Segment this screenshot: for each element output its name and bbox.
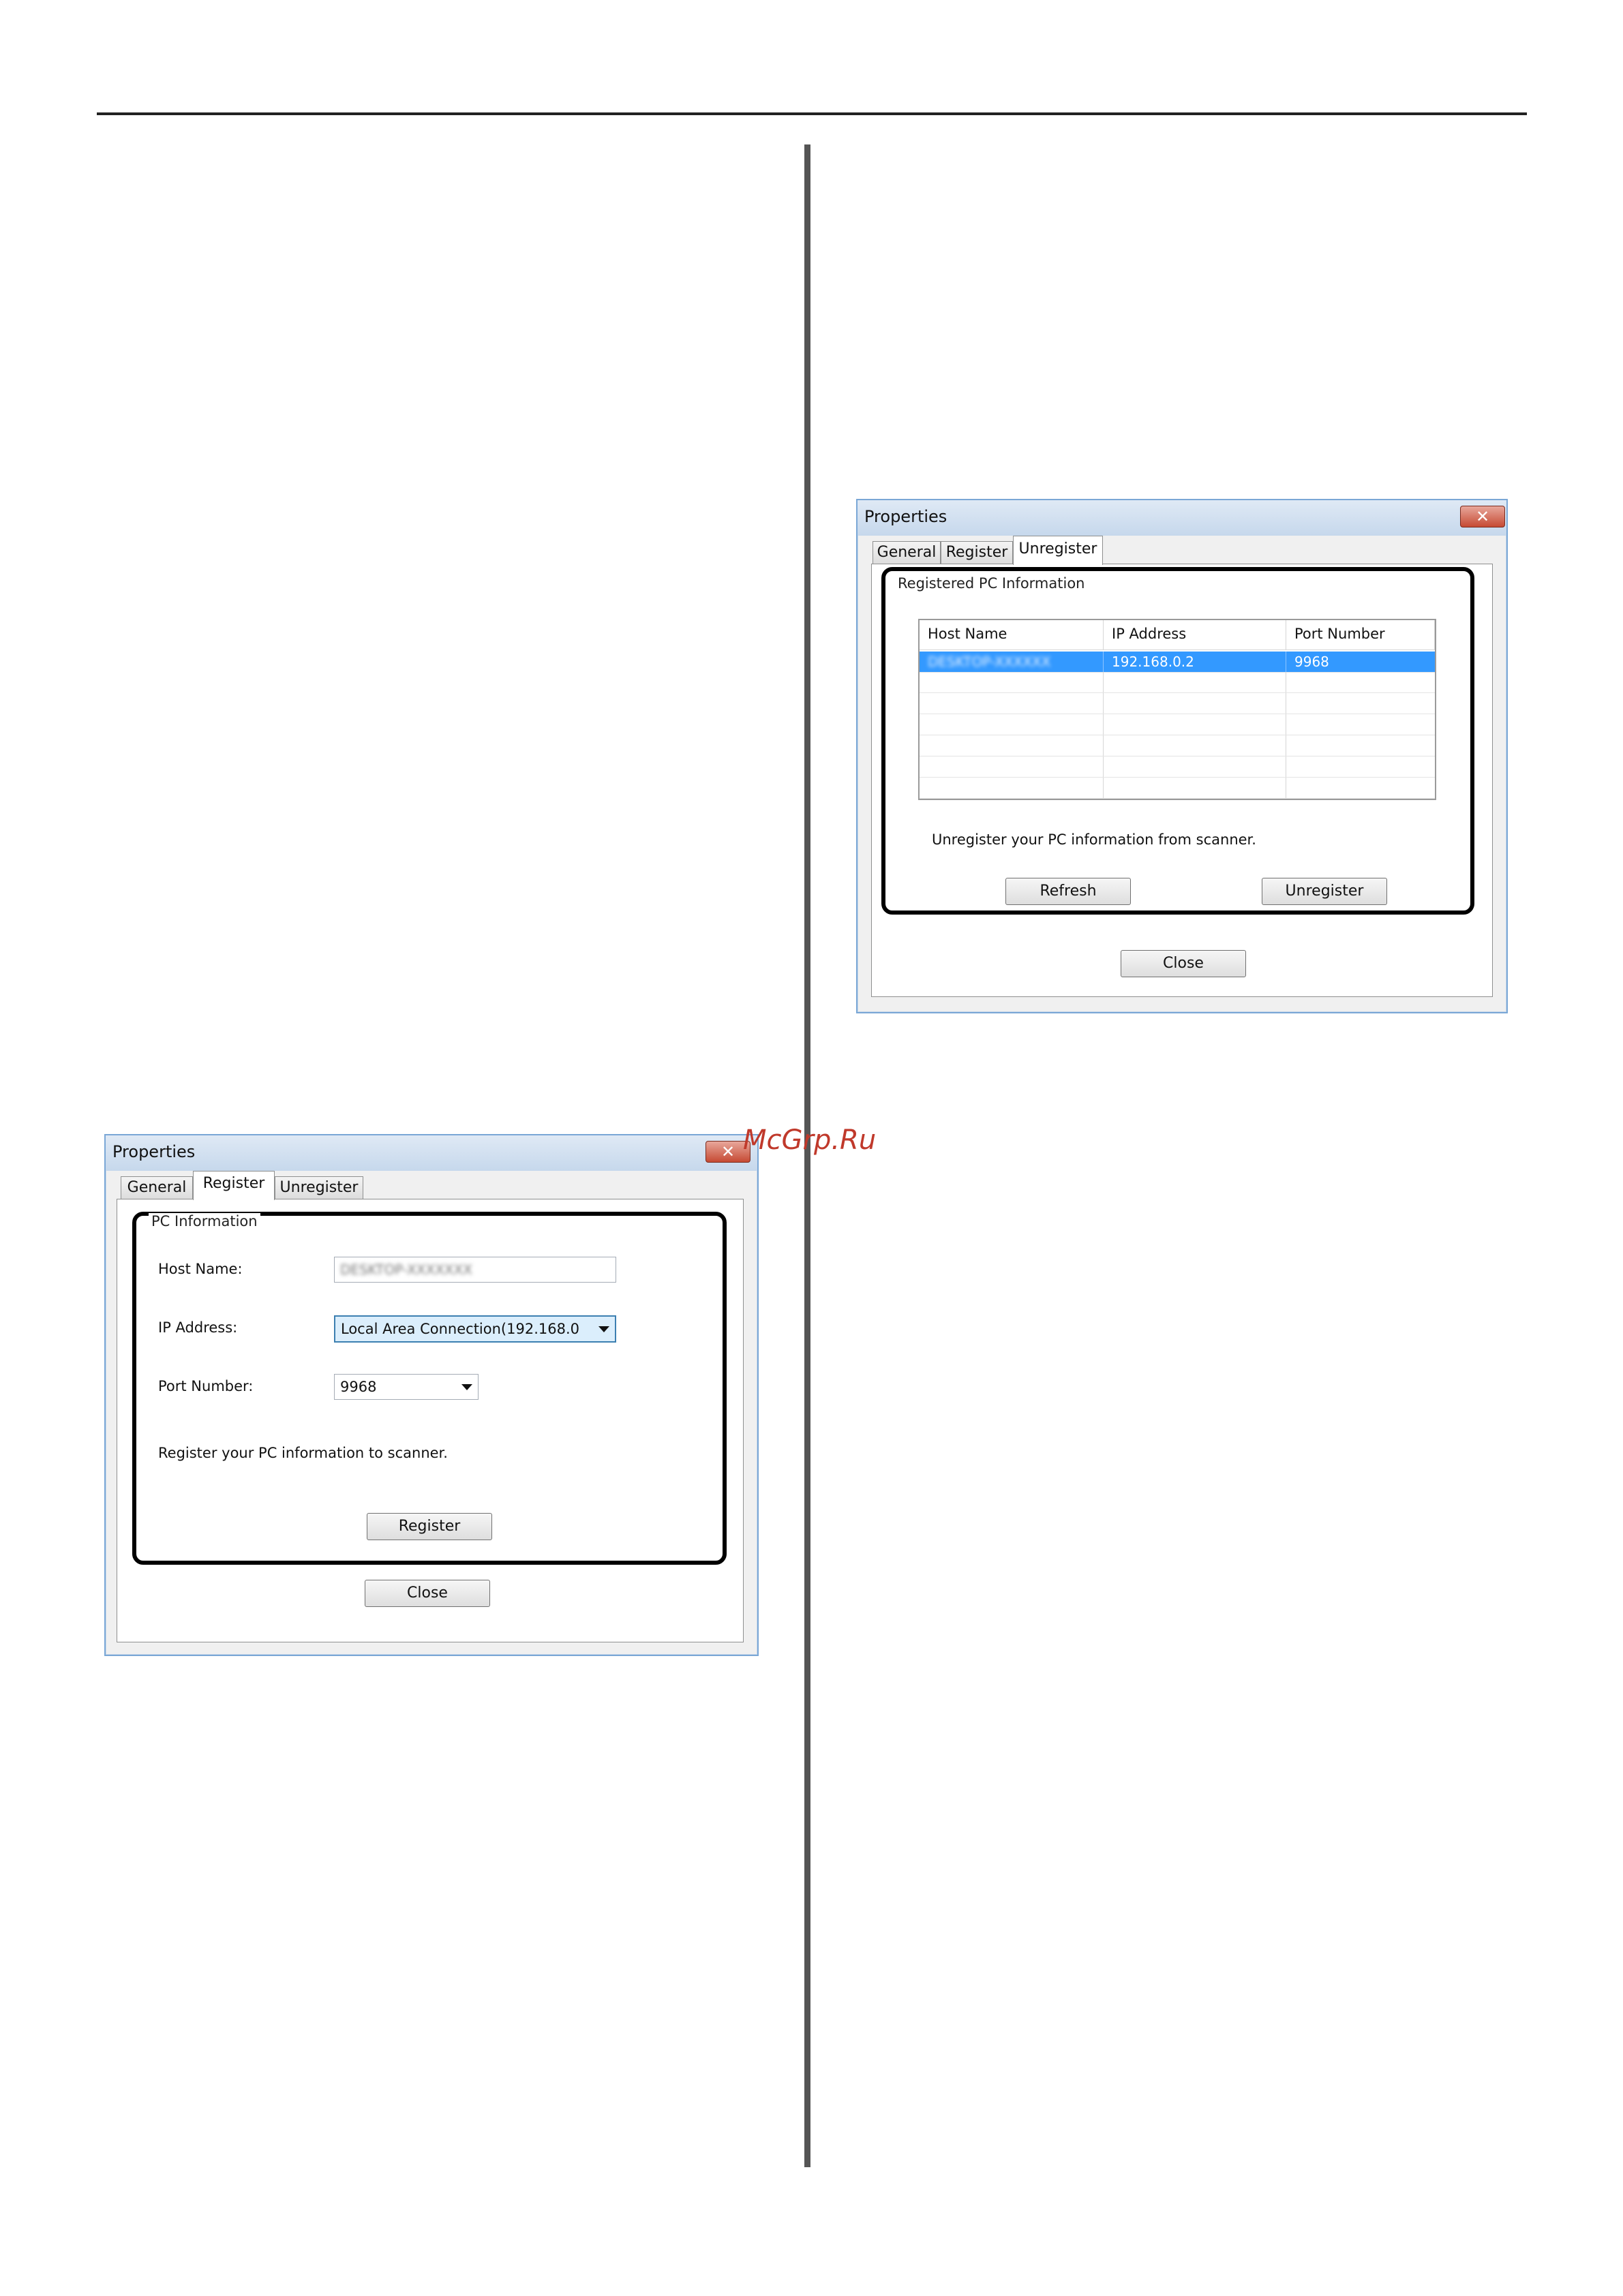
close-button[interactable]: Close: [1121, 950, 1246, 977]
port-number-label: Port Number:: [158, 1378, 254, 1394]
empty-row: [920, 778, 1435, 799]
tab-general[interactable]: General: [121, 1176, 193, 1199]
port-number-select[interactable]: 9968: [334, 1374, 479, 1400]
tab-label: Unregister: [1018, 540, 1097, 557]
ip-address-label: IP Address:: [158, 1319, 238, 1336]
empty-row: [920, 672, 1435, 693]
unregister-instruction: Unregister your PC information from scan…: [932, 831, 1256, 848]
dialog-title: Properties: [864, 507, 947, 526]
tab-label: Register: [945, 544, 1008, 561]
register-instruction: Register your PC information to scanner.: [158, 1445, 448, 1461]
tab-unregister[interactable]: Unregister: [275, 1176, 363, 1199]
host-name-field[interactable]: DESKTOP-XXXXXXX: [334, 1257, 616, 1283]
port-number-cell: 9968: [1294, 654, 1329, 670]
empty-row: [920, 714, 1435, 735]
unregister-button[interactable]: Unregister: [1262, 878, 1387, 905]
column-header-port-number[interactable]: Port Number: [1286, 620, 1435, 650]
column-divider: [804, 144, 810, 2167]
unregister-tab-panel: Registered PC Information Host Name IP A…: [871, 564, 1493, 997]
group-label: Registered PC Information: [895, 575, 1088, 592]
register-button[interactable]: Register: [367, 1513, 492, 1540]
empty-row: [920, 735, 1435, 756]
host-name-cell: DESKTOP-XXXXXX: [920, 652, 1104, 672]
ip-address-select[interactable]: Local Area Connection(192.168.0: [334, 1315, 616, 1343]
empty-row: [920, 756, 1435, 778]
dialog-title: Properties: [112, 1142, 196, 1161]
dialog-titlebar: Properties ✕: [106, 1135, 757, 1171]
tab-general[interactable]: General: [873, 541, 941, 564]
tab-register[interactable]: Register: [941, 541, 1013, 564]
refresh-button[interactable]: Refresh: [1005, 878, 1131, 905]
chevron-down-icon: [461, 1384, 472, 1390]
watermark-text: McGrp.Ru: [743, 1124, 877, 1156]
tab-label: Unregister: [279, 1179, 359, 1196]
tab-label: General: [877, 544, 937, 561]
empty-row: [920, 693, 1435, 714]
host-name-label: Host Name:: [158, 1261, 243, 1277]
close-icon[interactable]: ✕: [1460, 506, 1505, 527]
unregister-properties-dialog: Properties ✕ General Register Unregister…: [856, 499, 1508, 1013]
column-header-ip-address[interactable]: IP Address: [1104, 620, 1286, 650]
top-rule: [97, 112, 1527, 115]
chevron-down-icon: [598, 1326, 609, 1332]
close-button[interactable]: Close: [365, 1580, 490, 1607]
register-properties-dialog: Properties ✕ General Register Unregister…: [104, 1134, 759, 1656]
register-tab-panel: PC Information Host Name: DESKTOP-XXXXXX…: [117, 1199, 744, 1642]
table-row[interactable]: DESKTOP-XXXXXX 192.168.0.2 9968: [920, 652, 1435, 673]
dialog-titlebar: Properties ✕: [858, 500, 1506, 536]
column-header-host-name[interactable]: Host Name: [920, 620, 1104, 650]
tab-unregister[interactable]: Unregister: [1013, 536, 1103, 565]
tab-label: General: [127, 1179, 187, 1196]
group-label: PC Information: [149, 1213, 260, 1229]
tab-label: Register: [202, 1175, 265, 1192]
ip-address-cell: 192.168.0.2: [1104, 652, 1286, 672]
tab-register[interactable]: Register: [193, 1171, 275, 1200]
registered-pc-table[interactable]: Host Name IP Address Port Number DESKTOP…: [918, 619, 1436, 800]
